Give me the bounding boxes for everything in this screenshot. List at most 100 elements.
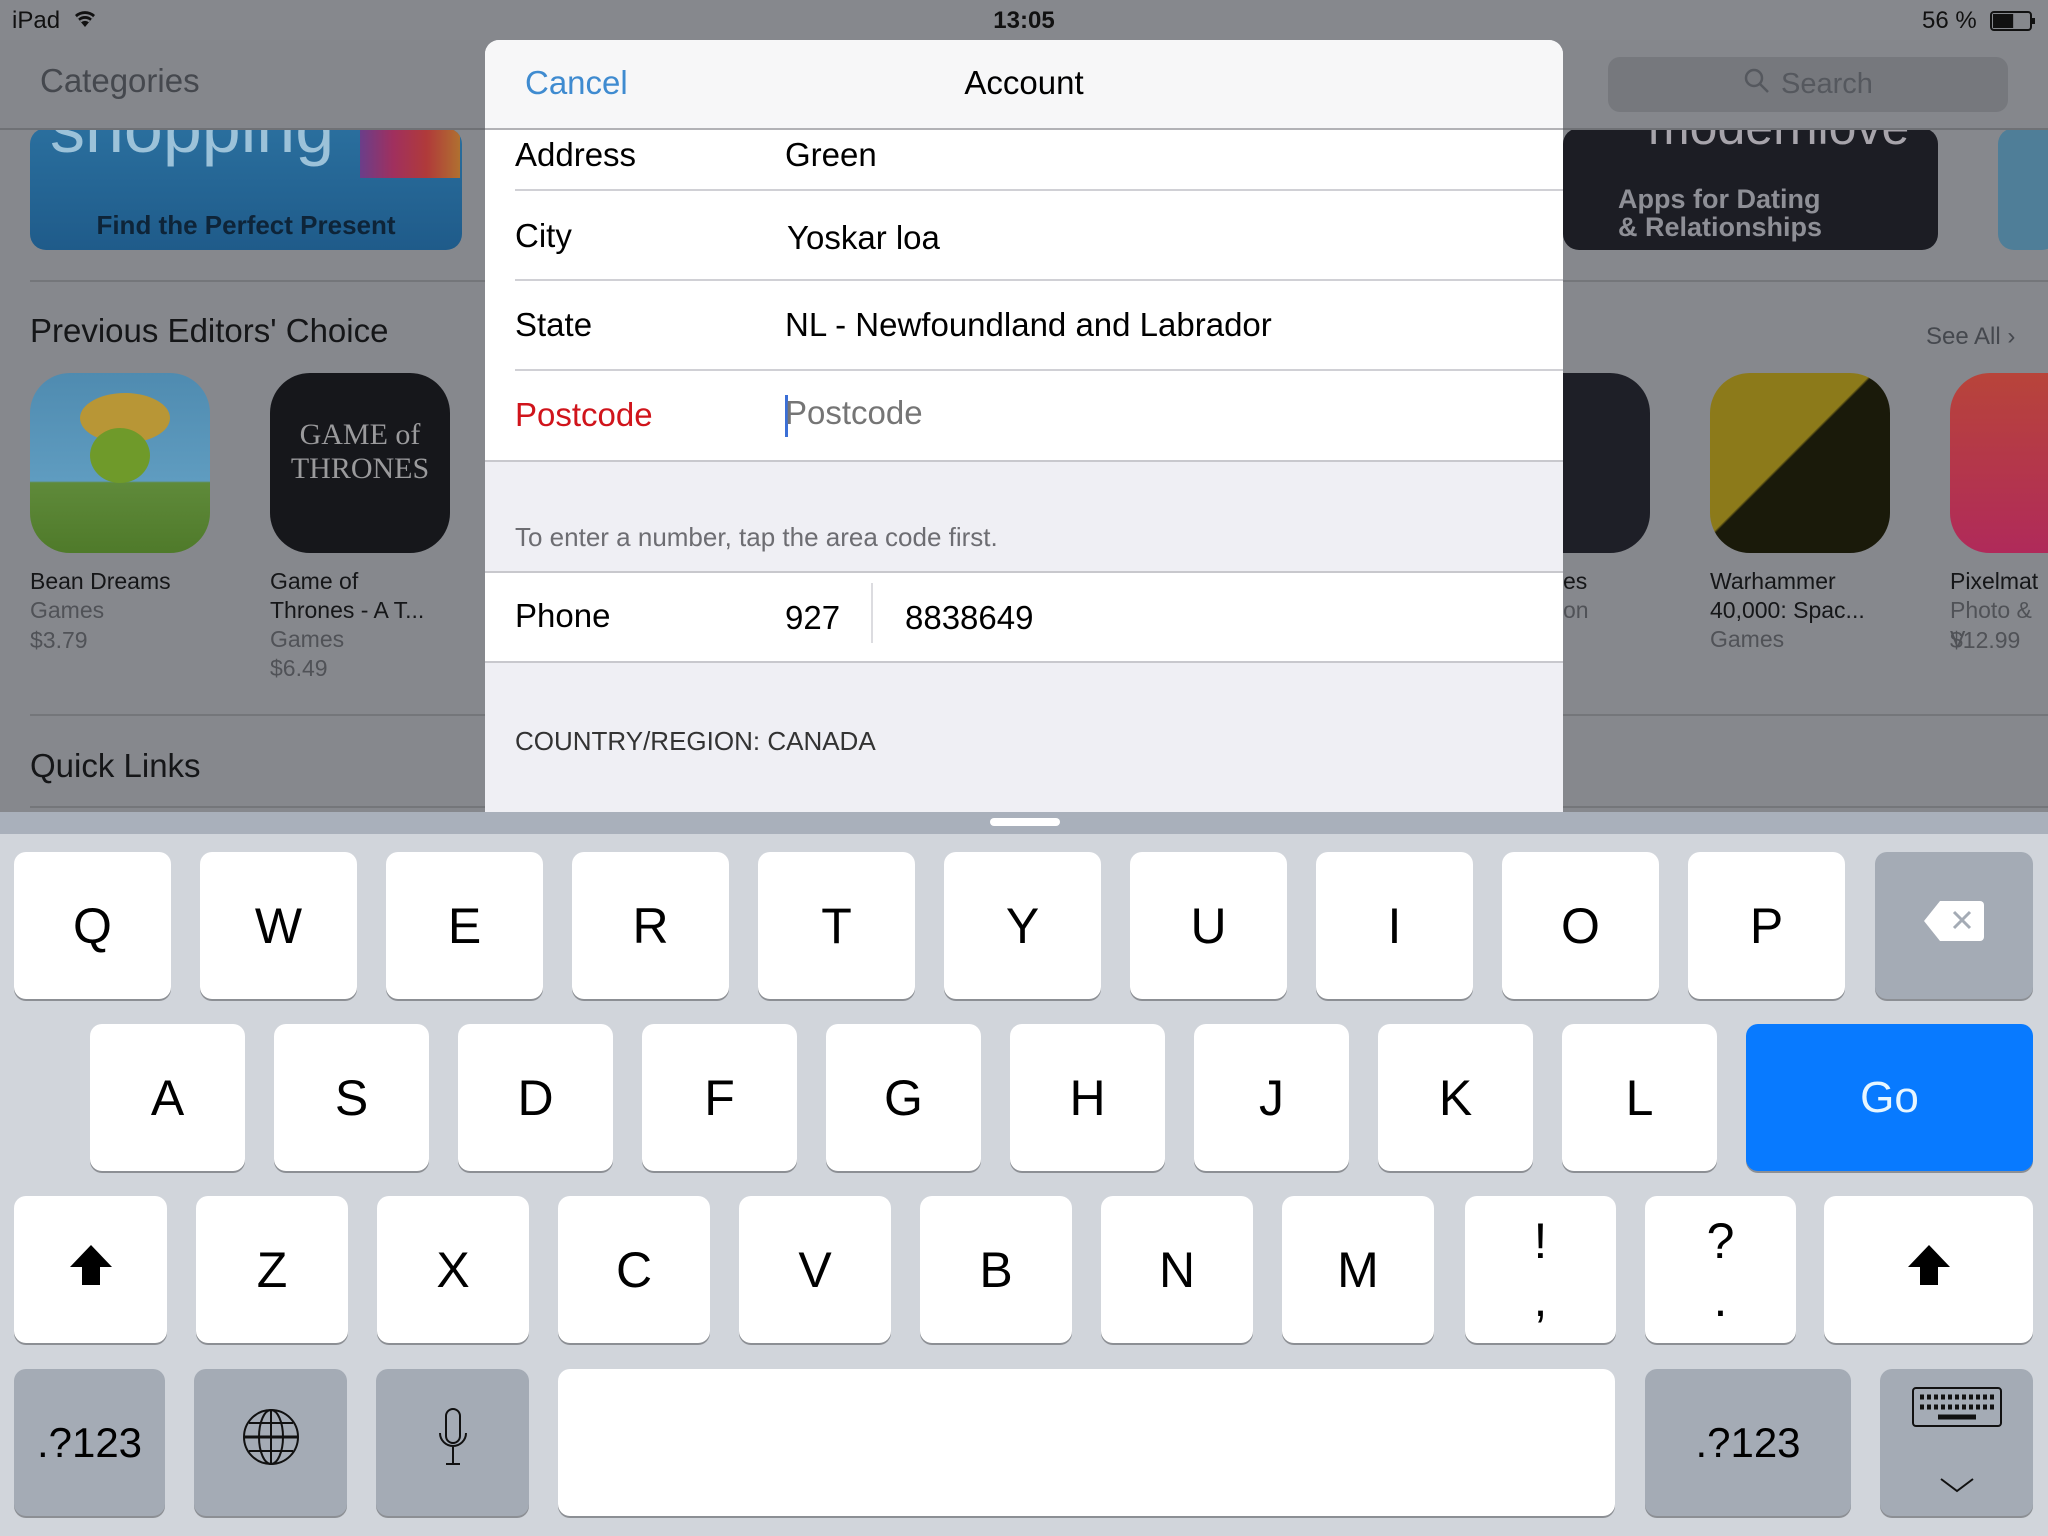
banner-modernlove[interactable]: modernlove Apps for Dating & Relationshi… [1563,128,1938,250]
address-row[interactable]: Address Green [485,130,1563,191]
keyboard: QWERTYUIOP ASDFGHJKL ZXCVBNM Go !, ?. .?… [0,812,2048,1536]
key-s[interactable]: S [274,1024,429,1171]
go-key[interactable]: Go [1746,1024,2033,1171]
shift-key-right[interactable] [1824,1196,2033,1343]
state-value[interactable]: NL - Newfoundland and Labrador [785,306,1272,344]
key-b[interactable]: B [920,1196,1072,1343]
key-h[interactable]: H [1010,1024,1165,1171]
key-g[interactable]: G [826,1024,981,1171]
app-icon-warhammer[interactable] [1710,373,1890,553]
backspace-icon [1922,897,1986,955]
banner-modernlove-line2: & Relationships [1618,212,1823,242]
key-k[interactable]: K [1378,1024,1533,1171]
shift-arrow-icon [1906,1241,1952,1299]
section-title-editors-choice: Previous Editors' Choice [30,312,389,349]
key-v[interactable]: V [739,1196,891,1343]
banner-modernlove-line1: Apps for Dating [1618,184,1821,214]
key-i[interactable]: I [1316,852,1473,999]
key-q[interactable]: Q [14,852,171,999]
key-u[interactable]: U [1130,852,1287,999]
phone-hint: To enter a number, tap the area code fir… [515,522,998,552]
key-o[interactable]: O [1502,852,1659,999]
account-modal: Cancel Account Address Green City Yoskar… [485,40,1563,812]
shift-key-left[interactable] [14,1196,167,1343]
state-label: State [515,306,593,343]
address-value[interactable]: Green [785,136,877,174]
phone-divider [871,583,873,643]
key-label-top: ? [1706,1212,1735,1269]
key-p[interactable]: P [1688,852,1845,999]
app-icon-bean-dreams[interactable] [30,373,210,553]
phone-number[interactable]: 8838649 [905,599,1033,637]
banner-shopping-title: shopping [50,128,335,167]
key-f[interactable]: F [642,1024,797,1171]
phone-label: Phone [515,597,611,634]
globe-key[interactable] [194,1369,347,1516]
banner-shopping-text: Find the Perfect Present [96,210,396,240]
key-l[interactable]: L [1562,1024,1717,1171]
key-d[interactable]: D [458,1024,613,1171]
postcode-input[interactable] [785,394,1485,432]
city-value[interactable]: Yoskar loa [787,219,940,257]
country-region-label[interactable]: COUNTRY/REGION: CANADA [515,726,876,757]
shift-arrow-icon [68,1241,114,1299]
app-category: on [1563,597,1589,623]
delete-key[interactable] [1875,852,2033,999]
app-icon-game-of-thrones[interactable]: GAME of THRONES [270,373,450,553]
app-name: Pixelmat [1950,568,2039,594]
numbers-key-right[interactable]: .?123 [1645,1369,1851,1516]
microphone-icon [437,1407,469,1479]
key-exclaim-comma[interactable]: !, [1465,1196,1616,1343]
status-bar: iPad 13:05 56 % [0,0,2048,40]
key-n[interactable]: N [1101,1196,1253,1343]
app-category: Games [30,597,105,623]
app-name-line2: 40,000: Spac... [1710,597,1865,623]
search-field[interactable]: Search [1608,57,2008,112]
dictation-key[interactable] [376,1369,529,1516]
section-separator [485,460,1563,462]
app-name: es [1563,568,1588,594]
categories-button[interactable]: Categories [40,62,200,100]
key-c[interactable]: C [558,1196,710,1343]
space-bar[interactable] [558,1369,1615,1516]
address-label: Address [515,136,637,173]
key-z[interactable]: Z [196,1196,348,1343]
keyboard-drag-handle[interactable] [990,818,1060,826]
banner-modernlove-title: modernlove [1648,128,1909,156]
state-row[interactable]: State NL - Newfoundland and Labrador [485,281,1563,371]
app-name: Game of [270,568,359,594]
banner-partial[interactable] [1998,128,2048,250]
key-label-top: ! [1533,1212,1548,1269]
key-t[interactable]: T [758,852,915,999]
app-category: Games [1710,626,1785,652]
dismiss-keyboard-key[interactable] [1880,1369,2033,1516]
city-row[interactable]: City Yoskar loa [485,191,1563,281]
app-price: $3.79 [30,627,88,653]
key-e[interactable]: E [386,852,543,999]
battery-percent: 56 % [1922,7,1977,34]
key-label-bottom: . [1713,1270,1728,1327]
key-y[interactable]: Y [944,852,1101,999]
phone-area-code[interactable]: 927 [785,599,840,637]
phone-row[interactable]: Phone 927 8838649 [485,573,1563,661]
key-j[interactable]: J [1194,1024,1349,1171]
key-a[interactable]: A [90,1024,245,1171]
key-r[interactable]: R [572,852,729,999]
globe-icon [241,1407,301,1479]
search-placeholder: Search [1781,68,1873,100]
key-w[interactable]: W [200,852,357,999]
numbers-key-left[interactable]: .?123 [14,1369,165,1516]
see-all-label: See All [1926,323,2001,350]
modal-title: Account [964,64,1084,101]
see-all-link[interactable]: See All › [1926,323,2015,351]
app-icon-pixelmator[interactable] [1950,373,2048,553]
app-name: Bean Dreams [30,568,171,594]
search-icon [1743,67,1771,103]
key-x[interactable]: X [377,1196,529,1343]
modal-header: Cancel Account [485,40,1563,130]
banner-shopping[interactable]: shopping Find the Perfect Present [30,128,462,250]
key-m[interactable]: M [1282,1196,1434,1343]
postcode-row[interactable]: Postcode [485,371,1563,460]
app-category: Games [270,626,345,652]
key-question-period[interactable]: ?. [1645,1196,1796,1343]
